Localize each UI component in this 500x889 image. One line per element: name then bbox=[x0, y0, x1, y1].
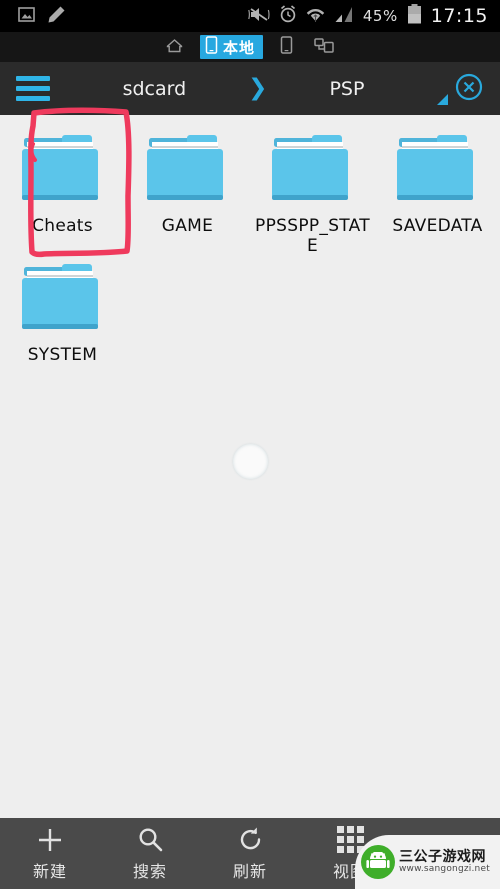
folder-icon bbox=[393, 133, 483, 211]
file-name-label: PPSSPP_STATE bbox=[255, 216, 370, 256]
phone-screen: 45% 17:15 本地 sdcard ❯ PSP Cheats GAME PP… bbox=[0, 0, 500, 889]
folder-icon bbox=[18, 133, 108, 211]
grid-view-icon bbox=[336, 825, 364, 854]
edit-pencil-icon bbox=[47, 5, 66, 28]
breadcrumb: sdcard ❯ PSP bbox=[50, 77, 437, 100]
file-grid-item-system[interactable]: SYSTEM bbox=[0, 256, 125, 366]
tab-device[interactable] bbox=[276, 34, 297, 60]
breadcrumb-item-psp[interactable]: PSP bbox=[329, 78, 364, 100]
file-grid-item-ppsspp-state[interactable]: PPSSPP_STATE bbox=[250, 127, 375, 256]
toolbar-label-search: 搜索 bbox=[132, 861, 167, 881]
silent-vibrate-icon bbox=[248, 6, 270, 27]
photo-icon bbox=[18, 6, 35, 27]
breadcrumb-separator: ❯ bbox=[248, 75, 268, 101]
watermark-site-name: 三公子游戏网 bbox=[399, 848, 486, 865]
file-grid: Cheats GAME PPSSPP_STATE SAVEDATA SYSTEM bbox=[0, 127, 500, 366]
hamburger-menu-icon[interactable] bbox=[16, 76, 50, 101]
plus-icon bbox=[36, 826, 64, 854]
file-grid-item-cheats[interactable]: Cheats bbox=[0, 127, 125, 256]
wifi-icon bbox=[306, 6, 325, 27]
network-share-icon bbox=[314, 37, 334, 58]
alarm-clock-icon bbox=[279, 5, 297, 27]
toolbar-button-refresh[interactable]: 刷新 bbox=[200, 826, 300, 882]
status-bar: 45% 17:15 bbox=[0, 0, 500, 32]
file-name-label: GAME bbox=[161, 216, 214, 236]
folder-icon bbox=[268, 133, 358, 211]
file-name-label: SAVEDATA bbox=[392, 216, 483, 236]
site-watermark: 三公子游戏网 www.sangongzi.net bbox=[355, 835, 500, 889]
file-grid-item-savedata[interactable]: SAVEDATA bbox=[375, 127, 500, 256]
toolbar-button-search[interactable]: 搜索 bbox=[100, 826, 200, 882]
home-icon bbox=[166, 38, 183, 57]
file-grid-item-game[interactable]: GAME bbox=[125, 127, 250, 256]
breadcrumb-item-sdcard[interactable]: sdcard bbox=[123, 78, 187, 100]
resize-corner-icon bbox=[437, 94, 448, 105]
toolbar-label-refresh: 刷新 bbox=[232, 861, 267, 881]
touch-ripple-indicator bbox=[233, 444, 268, 479]
cellular-signal-icon bbox=[334, 6, 354, 27]
tab-strip: 本地 bbox=[0, 32, 500, 62]
tab-network[interactable] bbox=[310, 35, 338, 60]
status-bar-right-icons: 45% 17:15 bbox=[248, 4, 500, 28]
battery-icon bbox=[407, 4, 422, 28]
battery-percent-label: 45% bbox=[362, 7, 398, 25]
status-bar-left-icons bbox=[0, 5, 66, 28]
tab-local[interactable]: 本地 bbox=[199, 35, 263, 59]
watermark-site-url: www.sangongzi.net bbox=[399, 863, 490, 874]
file-name-label: Cheats bbox=[32, 216, 93, 236]
android-robot-icon bbox=[361, 845, 395, 879]
refresh-icon bbox=[237, 826, 264, 854]
search-icon bbox=[137, 826, 164, 854]
tablet-icon bbox=[280, 36, 293, 58]
watermark-text: 三公子游戏网 www.sangongzi.net bbox=[399, 850, 490, 874]
toolbar-button-new[interactable]: 新建 bbox=[0, 826, 100, 882]
path-bar: sdcard ❯ PSP bbox=[0, 62, 500, 115]
folder-icon bbox=[18, 262, 108, 340]
folder-icon bbox=[143, 133, 233, 211]
tab-local-label: 本地 bbox=[222, 38, 255, 57]
tab-home[interactable] bbox=[162, 36, 187, 59]
file-name-label: SYSTEM bbox=[27, 345, 98, 366]
status-bar-clock: 17:15 bbox=[430, 5, 488, 27]
phone-icon bbox=[205, 36, 218, 58]
toolbar-label-new: 新建 bbox=[32, 861, 67, 881]
close-circle-icon[interactable] bbox=[454, 72, 484, 106]
